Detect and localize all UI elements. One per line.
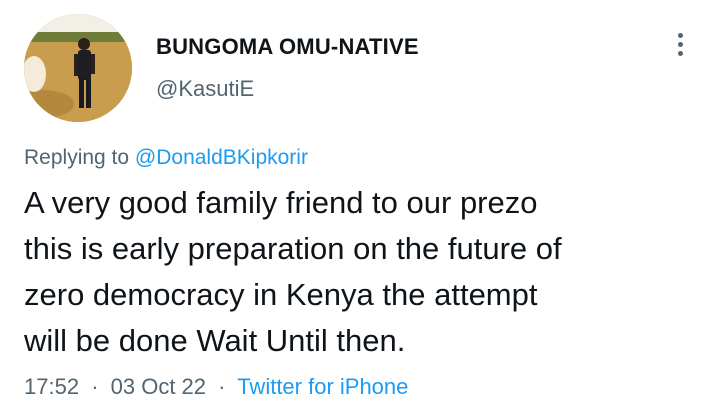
tweet-meta: 17:52 · 03 Oct 22 · Twitter for iPhone (24, 374, 408, 400)
more-dot (677, 33, 683, 38)
tweet-card: BUNGOMA OMU-NATIVE @KasutiE Replying to … (0, 0, 720, 408)
tweet-time[interactable]: 17:52 (24, 374, 79, 399)
tweet-text-line: will be done Wait Until then. (24, 323, 406, 358)
display-name[interactable]: BUNGOMA OMU-NATIVE (156, 34, 419, 60)
reply-to-handle-link[interactable]: @DonaldBKipkorir (135, 146, 308, 169)
tweet-source-link[interactable]: Twitter for iPhone (237, 374, 408, 399)
user-handle[interactable]: @KasutiE (156, 76, 254, 102)
tweet-date[interactable]: 03 Oct 22 (111, 374, 206, 399)
tweet-text: A very good family friend to our prezo t… (24, 180, 704, 364)
replying-to: Replying to @DonaldBKipkorir (24, 146, 308, 170)
tweet-text-line: zero democracy in Kenya the attempt (24, 277, 538, 312)
avatar-photo (24, 14, 132, 122)
more-dot (677, 42, 683, 47)
avatar[interactable] (24, 14, 132, 122)
replying-to-label: Replying to (24, 146, 130, 169)
more-options-icon[interactable] (668, 30, 692, 62)
more-dot (677, 51, 683, 56)
meta-separator: · (218, 374, 226, 399)
tweet-text-line: A very good family friend to our prezo (24, 185, 538, 220)
tweet-text-line: this is early preparation on the future … (24, 231, 562, 266)
meta-separator: · (91, 374, 99, 399)
